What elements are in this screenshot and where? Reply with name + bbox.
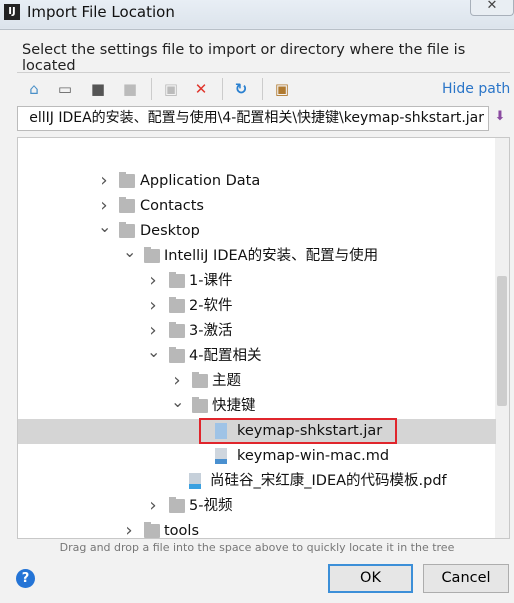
cancel-button[interactable]: Cancel xyxy=(423,564,509,593)
close-button[interactable]: ✕ xyxy=(470,0,514,16)
tree-item[interactable]: keymap-shkstart.jar xyxy=(18,418,496,444)
folder-icon xyxy=(119,222,135,238)
divider xyxy=(17,72,510,73)
chevron-right-icon[interactable]: › xyxy=(98,171,110,191)
hide-path-link[interactable]: Hide path xyxy=(442,81,510,97)
chevron-down-icon[interactable]: ⌄ xyxy=(123,242,136,262)
chevron-right-icon[interactable]: › xyxy=(147,271,159,291)
file-tree[interactable]: › Application Data › Contacts ⌄ Desktop ⌄ Intel… xyxy=(17,137,510,539)
tree-item[interactable]: › 1-课件 xyxy=(18,269,496,294)
tree-item[interactable]: › 2-软件 xyxy=(18,294,496,319)
tree-item-label: 1-课件 xyxy=(189,273,233,289)
tree-item-label: 快捷键 xyxy=(212,398,256,414)
instruction-text: Select the settings file to import or di… xyxy=(22,42,466,74)
scrollbar[interactable] xyxy=(495,138,509,538)
chevron-down-icon[interactable]: ⌄ xyxy=(147,342,160,362)
toolbar-separator xyxy=(151,78,152,100)
folder-icon xyxy=(192,372,208,388)
tree-item-label: 主题 xyxy=(212,373,241,389)
folder-icon xyxy=(169,322,185,338)
chevron-down-icon[interactable]: ⌄ xyxy=(98,217,111,237)
chevron-right-icon[interactable]: › xyxy=(147,496,159,516)
path-input[interactable]: ellIJ IDEA的安装、配置与使用\4-配置相关\快捷键\keymap-sh… xyxy=(17,106,489,131)
tree-item[interactable]: › 主题 xyxy=(18,369,496,394)
pdf-shortcut-icon xyxy=(189,473,201,489)
tree-item-label: 4-配置相关 xyxy=(189,348,262,364)
tree-item[interactable]: › 3-激活 xyxy=(18,319,496,344)
tree-item-label: 3-激活 xyxy=(189,323,233,339)
home-icon[interactable]: ⌂ xyxy=(24,79,44,99)
folder-icon xyxy=(144,522,160,538)
folder-icon xyxy=(192,397,208,413)
refresh-icon[interactable]: ↻ xyxy=(231,79,251,99)
tree-item[interactable]: ⌄ 快捷键 xyxy=(18,392,496,419)
delete-icon[interactable]: ✕ xyxy=(191,79,211,99)
drag-drop-hint: Drag and drop a file into the space abov… xyxy=(59,541,455,554)
folder-icon xyxy=(169,297,185,313)
tree-item-label: IntelliJ IDEA的安装、配置与使用 xyxy=(164,248,379,264)
shortcut-folder-icon xyxy=(119,172,135,188)
chevron-right-icon[interactable]: › xyxy=(98,196,110,216)
toolbar-separator xyxy=(222,78,223,100)
dialog-body: Select the settings file to import or di… xyxy=(0,29,514,603)
folder-icon xyxy=(119,197,135,213)
tree-item[interactable]: › Application Data xyxy=(18,169,496,194)
intellij-app-icon: IJ xyxy=(4,4,20,20)
new-folder-icon[interactable]: ■ xyxy=(88,79,108,99)
tree-item-label: keymap-win-mac.md xyxy=(237,448,390,464)
tree-item-label: Application Data xyxy=(140,173,261,189)
desktop-icon[interactable]: ▭ xyxy=(55,79,75,99)
tree-item[interactable]: ⌄ Desktop xyxy=(18,217,496,244)
tree-item[interactable]: › tools xyxy=(18,519,496,539)
window-title: Import File Location xyxy=(27,3,175,21)
tree-item-label: tools xyxy=(164,523,200,539)
chevron-down-icon[interactable]: ⌄ xyxy=(171,392,184,412)
show-hidden-icon[interactable]: ▣ xyxy=(272,79,292,99)
tree-item-label: 2-软件 xyxy=(189,298,233,314)
chevron-right-icon[interactable]: › xyxy=(123,521,135,539)
selection-highlight-box xyxy=(199,418,397,444)
folder-icon xyxy=(169,347,185,363)
chevron-right-icon[interactable]: › xyxy=(147,321,159,341)
folder-icon xyxy=(144,247,160,263)
folder-icon xyxy=(169,497,185,513)
tree-item[interactable]: ⌄ 4-配置相关 xyxy=(18,342,496,369)
tree-item-label: 5-视频 xyxy=(189,498,233,514)
ok-button[interactable]: OK xyxy=(328,564,413,593)
tree-item[interactable]: keymap-win-mac.md xyxy=(18,444,496,469)
chevron-right-icon[interactable]: › xyxy=(147,296,159,316)
toolbar-separator xyxy=(262,78,263,100)
tree-item-label: Contacts xyxy=(140,198,204,214)
title-bar: IJ Import File Location ✕ xyxy=(0,0,514,28)
tree-item[interactable]: ⌄ IntelliJ IDEA的安装、配置与使用 xyxy=(18,242,496,269)
tree-item-label: 尚硅谷_宋红康_IDEA的代码模板.pdf xyxy=(210,473,447,489)
new-folder-disabled-icon[interactable]: ▣ xyxy=(161,79,181,99)
tree-item[interactable]: 尚硅谷_宋红康_IDEA的代码模板.pdf xyxy=(18,469,496,494)
path-history-icon[interactable]: ⬇ xyxy=(492,109,508,127)
tree-item[interactable]: › 5-视频 xyxy=(18,494,496,519)
folder-disabled-icon[interactable]: ■ xyxy=(120,79,140,99)
tree-item-label: Desktop xyxy=(140,223,200,239)
scrollbar-thumb[interactable] xyxy=(497,276,507,406)
chevron-right-icon[interactable]: › xyxy=(171,371,183,391)
help-button[interactable]: ? xyxy=(16,569,35,588)
tree-item[interactable]: › Contacts xyxy=(18,194,496,219)
folder-icon xyxy=(169,272,185,288)
md-icon xyxy=(215,448,227,464)
